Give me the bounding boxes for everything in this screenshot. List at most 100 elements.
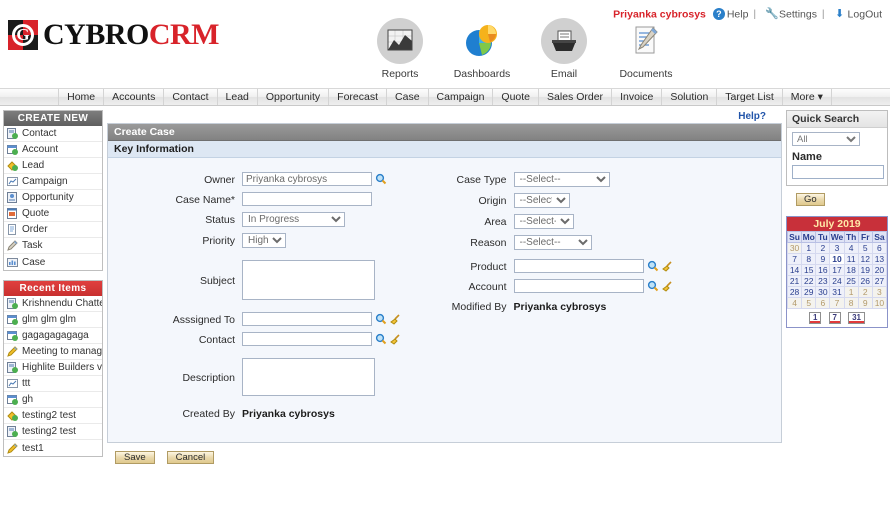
nav-item-accounts[interactable]: Accounts <box>104 89 165 105</box>
calendar-day[interactable]: 11 <box>843 253 859 265</box>
calendar-day[interactable]: 7 <box>786 253 803 265</box>
product-input[interactable] <box>513 259 644 273</box>
nav-item-sales-order[interactable]: Sales Order <box>539 89 613 105</box>
list-item[interactable]: Krishnendu Chatterjee <box>4 296 102 312</box>
question-circle-icon[interactable]: ? <box>712 8 725 20</box>
list-item[interactable]: testing2 test <box>4 424 102 440</box>
calendar-day[interactable]: 3 <box>871 286 888 298</box>
description-textarea[interactable] <box>242 358 375 396</box>
app-logo[interactable]: G CYBROCRM <box>8 18 220 52</box>
clear-broom-icon[interactable] <box>661 280 674 292</box>
calendar-day[interactable]: 26 <box>857 275 873 287</box>
origin-select[interactable]: --Select-- <box>513 193 570 208</box>
list-item[interactable]: Meeting to manager <box>4 344 102 360</box>
search-magnifier-icon[interactable] <box>647 260 659 272</box>
calendar-day[interactable]: 8 <box>801 253 817 265</box>
nav-item-more[interactable]: More ▾ <box>783 89 832 105</box>
nav-item-solution[interactable]: Solution <box>662 89 718 105</box>
owner-input[interactable] <box>242 172 372 186</box>
calendar-day[interactable]: 13 <box>871 253 888 265</box>
sidebar-item-task[interactable]: Task <box>4 238 102 254</box>
calendar-day[interactable]: 23 <box>815 275 831 287</box>
sidebar-item-quote[interactable]: Quote <box>4 206 102 222</box>
calendar-day[interactable]: 10 <box>871 297 888 309</box>
list-item[interactable]: glm glm glm <box>4 312 102 328</box>
shortcut-documents[interactable]: Documents <box>616 18 676 80</box>
list-item[interactable]: gagagagagaga <box>4 328 102 344</box>
calendar-day[interactable]: 20 <box>871 264 888 276</box>
shortcut-email[interactable]: Email <box>534 18 594 80</box>
calendar-day[interactable]: 2 <box>857 286 873 298</box>
search-magnifier-icon[interactable] <box>375 173 387 185</box>
calendar-day[interactable]: 5 <box>857 242 873 254</box>
wrench-icon[interactable]: 🔧 <box>765 8 779 20</box>
calendar-view-day[interactable]: 1 <box>809 312 822 324</box>
shortcut-dashboards[interactable]: Dashboards <box>452 18 512 80</box>
calendar-day[interactable]: 9 <box>815 253 831 265</box>
sidebar-item-campaign[interactable]: Campaign <box>4 174 102 190</box>
calendar-day[interactable]: 1 <box>843 286 859 298</box>
calendar-day[interactable]: 14 <box>786 264 803 276</box>
quick-search-module-select[interactable]: All <box>792 132 860 146</box>
nav-item-quote[interactable]: Quote <box>493 89 540 105</box>
calendar-day[interactable]: 25 <box>843 275 859 287</box>
subject-textarea[interactable] <box>242 260 375 300</box>
help-question-link[interactable]: Help? <box>738 111 766 122</box>
calendar-day[interactable]: 9 <box>857 297 873 309</box>
nav-item-invoice[interactable]: Invoice <box>612 89 663 105</box>
case-name-input[interactable] <box>242 192 372 206</box>
calendar-day[interactable]: 4 <box>786 297 803 309</box>
help-link[interactable]: Help <box>727 8 749 20</box>
calendar-day[interactable]: 27 <box>871 275 888 287</box>
nav-item-case[interactable]: Case <box>387 89 429 105</box>
assigned-to-input[interactable] <box>242 312 372 326</box>
status-select[interactable]: In Progress <box>242 212 345 227</box>
logout-link[interactable]: LogOut <box>848 8 882 20</box>
nav-item-opportunity[interactable]: Opportunity <box>258 89 330 105</box>
list-item[interactable]: testing2 test <box>4 408 102 424</box>
calendar-day[interactable]: 17 <box>829 264 845 276</box>
cancel-button[interactable]: Cancel <box>166 451 215 464</box>
nav-item-lead[interactable]: Lead <box>218 89 258 105</box>
calendar-day[interactable]: 15 <box>801 264 817 276</box>
area-select[interactable]: --Select-- <box>513 214 574 229</box>
settings-link[interactable]: Settings <box>779 8 817 20</box>
sidebar-item-lead[interactable]: Lead <box>4 158 102 174</box>
calendar-day[interactable]: 7 <box>829 297 845 309</box>
nav-item-contact[interactable]: Contact <box>164 89 218 105</box>
reason-select[interactable]: --Select-- <box>513 235 592 250</box>
nav-item-forecast[interactable]: Forecast <box>329 89 388 105</box>
calendar-day[interactable]: 22 <box>801 275 817 287</box>
calendar-day[interactable]: 30 <box>786 242 803 254</box>
calendar-view-week[interactable]: 7 <box>828 312 841 324</box>
list-item[interactable]: ttt <box>4 376 102 392</box>
calendar-day[interactable]: 19 <box>857 264 873 276</box>
calendar-day-today[interactable]: 10 <box>829 253 845 265</box>
priority-select[interactable]: High <box>242 233 286 248</box>
calendar-day[interactable]: 29 <box>801 286 817 298</box>
search-magnifier-icon[interactable] <box>375 313 387 325</box>
list-item[interactable]: gh <box>4 392 102 408</box>
down-arrow-icon[interactable]: ⬇ <box>834 8 846 20</box>
sidebar-item-order[interactable]: Order <box>4 222 102 238</box>
clear-broom-icon[interactable] <box>390 333 402 345</box>
calendar-day[interactable]: 6 <box>815 297 831 309</box>
contact-input[interactable] <box>242 332 372 346</box>
list-item[interactable]: Highlite Builders v <box>4 360 102 376</box>
save-button[interactable]: Save <box>115 451 155 464</box>
sidebar-item-contact[interactable]: Contact <box>4 126 102 142</box>
shortcut-reports[interactable]: Reports <box>370 18 430 80</box>
calendar-day[interactable]: 3 <box>829 242 845 254</box>
nav-item-target-list[interactable]: Target List <box>717 89 783 105</box>
search-magnifier-icon[interactable] <box>375 333 387 345</box>
calendar-day[interactable]: 1 <box>801 242 817 254</box>
quick-search-name-input[interactable] <box>792 165 884 179</box>
account-input[interactable] <box>513 279 644 293</box>
case-type-select[interactable]: --Select-- <box>513 172 610 187</box>
sidebar-item-opportunity[interactable]: Opportunity <box>4 190 102 206</box>
calendar-day[interactable]: 2 <box>815 242 831 254</box>
calendar-day[interactable]: 21 <box>786 275 803 287</box>
sidebar-item-case[interactable]: Case <box>4 254 102 270</box>
calendar-day[interactable]: 6 <box>871 242 888 254</box>
sidebar-item-account[interactable]: Account <box>4 142 102 158</box>
